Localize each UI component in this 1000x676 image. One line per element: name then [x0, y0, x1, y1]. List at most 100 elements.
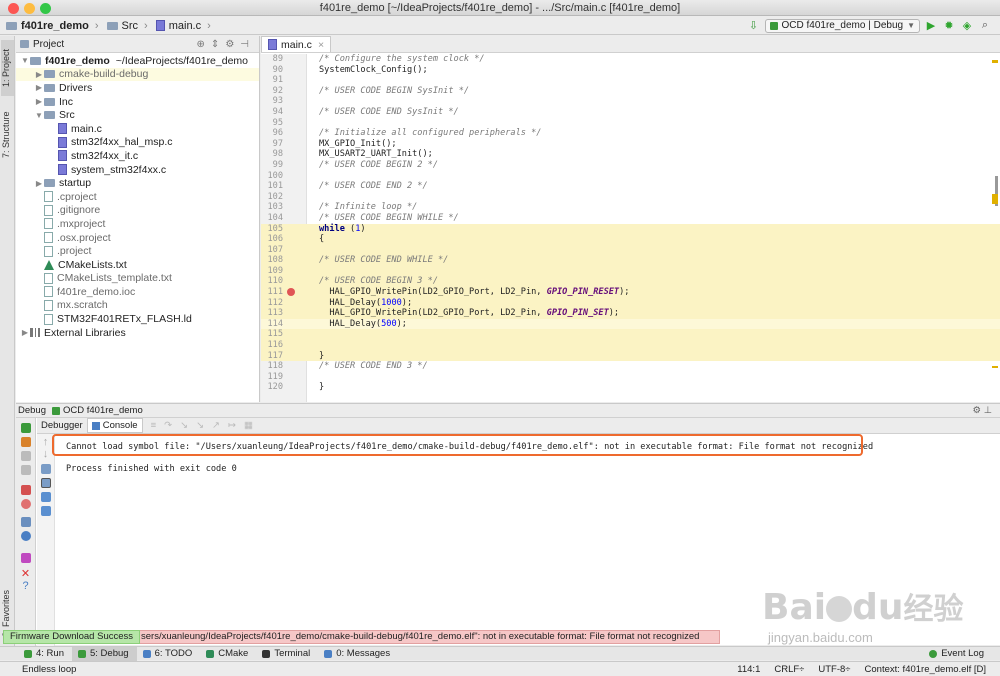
code-line[interactable]: 94 /* USER CODE END SysInit */ — [261, 107, 1000, 118]
print-icon[interactable] — [40, 492, 51, 502]
debug-icon[interactable]: ✹ — [942, 19, 956, 33]
success-balloon[interactable]: Firmware Download Success — [3, 630, 140, 644]
code-line[interactable]: 104 /* USER CODE BEGIN WHILE */ — [261, 213, 1000, 224]
code-line[interactable]: 105 while (1) — [261, 223, 1000, 235]
tree-item[interactable]: .cproject — [16, 190, 259, 204]
tree-item[interactable]: ▶ cmake-build-debug — [16, 67, 259, 82]
step-over-icon[interactable]: ↷ — [164, 420, 180, 431]
tree-item[interactable]: ▼ f401re_demo ~/IdeaProjects/f401re_demo — [16, 54, 259, 68]
collapse-all-icon[interactable]: ⇕ — [211, 39, 225, 50]
code-line[interactable]: 100 — [261, 171, 1000, 182]
chevron-down-icon[interactable]: ▼ — [34, 111, 44, 120]
tool-window-todo[interactable]: 6: TODO — [137, 647, 201, 661]
coverage-icon[interactable]: ◈ — [960, 19, 974, 33]
code-line[interactable]: 116 — [261, 340, 1000, 351]
tool-window-terminal[interactable]: Terminal — [256, 647, 318, 661]
tree-item[interactable]: ▼ Src — [16, 108, 259, 122]
evaluate-icon[interactable]: ▦ — [244, 420, 261, 431]
hide-icon[interactable]: ⊣ — [240, 39, 255, 50]
pin-icon[interactable] — [20, 553, 31, 563]
code-line[interactable]: 119 — [261, 372, 1000, 383]
tree-item[interactable]: CMakeLists.txt — [16, 258, 259, 272]
tab-main-c[interactable]: main.c × — [261, 36, 332, 52]
code-line[interactable]: 102 — [261, 192, 1000, 203]
tree-item[interactable]: stm32f4xx_it.c — [16, 149, 259, 163]
close-icon[interactable]: ✕ — [16, 567, 35, 580]
tree-item[interactable]: ▶ External Libraries — [16, 326, 259, 340]
breadcrumb-project[interactable]: f401re_demo › — [0, 20, 105, 32]
code-line[interactable]: 110 /* USER CODE BEGIN 3 */ — [261, 276, 1000, 288]
error-balloon[interactable]: sers/xuanleung/IdeaProjects/f401re_demo/… — [120, 630, 720, 644]
scroll-to-end-icon[interactable] — [40, 478, 51, 488]
tool-window-messages[interactable]: 0: Messages — [318, 647, 398, 661]
hide-icon[interactable]: ⊥ — [984, 405, 992, 416]
code-line[interactable]: 92 /* USER CODE BEGIN SysInit */ — [261, 86, 1000, 97]
run-icon[interactable]: ▶ — [924, 19, 938, 33]
step-out-icon[interactable]: ↗ — [212, 420, 228, 431]
code-line[interactable]: 93 — [261, 96, 1000, 107]
pause-icon[interactable] — [20, 451, 31, 461]
code-line[interactable]: 108 /* USER CODE END WHILE */ — [261, 255, 1000, 266]
tree-item[interactable]: .project — [16, 244, 259, 258]
code-line[interactable]: 117} — [261, 350, 1000, 362]
view-breakpoints-icon[interactable] — [20, 485, 31, 495]
code-line[interactable]: 101 /* USER CODE END 2 */ — [261, 181, 1000, 192]
tree-item[interactable]: ▶ Inc — [16, 95, 259, 109]
chevron-right-icon[interactable]: ▶ — [34, 70, 44, 79]
close-window-button[interactable] — [8, 3, 19, 14]
build-icon[interactable]: ⇩ — [747, 19, 761, 33]
breakpoint-icon[interactable] — [287, 288, 295, 297]
tree-item[interactable]: .gitignore — [16, 204, 259, 218]
code-area[interactable]: 89 /* Configure the system clock */ 90 Syst… — [261, 54, 1000, 393]
rerun-icon[interactable] — [20, 423, 31, 433]
settings-icon[interactable] — [20, 531, 31, 541]
chevron-right-icon[interactable]: ▶ — [34, 97, 44, 106]
force-step-into-icon[interactable]: ↘ — [196, 420, 212, 431]
maximize-window-button[interactable] — [40, 3, 51, 14]
code-line[interactable]: 106 { — [261, 234, 1000, 245]
code-line[interactable]: 113 HAL_GPIO_WritePin(LD2_GPIO_Port, LD2… — [261, 308, 1000, 319]
tab-project[interactable]: 1: Project — [1, 40, 14, 96]
run-configuration-select[interactable]: OCD f401re_demo | Debug ▼ — [764, 18, 920, 33]
caret-position[interactable]: 114:1 — [737, 664, 760, 675]
tool-window-run[interactable]: 4: Run — [18, 647, 72, 661]
code-line[interactable]: 120} — [261, 382, 1000, 393]
tree-item[interactable]: stm32f4xx_hal_msp.c — [16, 136, 259, 150]
tree-item[interactable]: STM32F401RETx_FLASH.ld — [16, 312, 259, 326]
chevron-right-icon[interactable]: ▶ — [20, 328, 30, 337]
help-icon[interactable]: ? — [16, 580, 35, 592]
code-line[interactable]: 111 HAL_GPIO_WritePin(LD2_GPIO_Port, LD2… — [261, 287, 1000, 298]
code-line[interactable]: 91 — [261, 75, 1000, 86]
chevron-down-icon[interactable]: ▼ — [20, 56, 30, 65]
gear-icon[interactable]: ⚙ — [225, 39, 240, 50]
code-line[interactable]: 95 — [261, 118, 1000, 129]
tree-item[interactable]: f401re_demo.ioc — [16, 285, 259, 299]
tree-item[interactable]: mx.scratch — [16, 299, 259, 313]
wrap-icon[interactable] — [40, 464, 51, 474]
code-line[interactable]: 90 SystemClock_Config(); — [261, 65, 1000, 76]
breadcrumb-src[interactable]: Src › — [105, 20, 154, 32]
code-line[interactable]: 89 /* Configure the system clock */ — [261, 54, 1000, 65]
show-execution-point-icon[interactable]: ≡ — [151, 420, 165, 431]
mute-breakpoints-icon[interactable] — [20, 499, 31, 509]
layout-icon[interactable] — [20, 517, 31, 527]
run-to-cursor-icon[interactable]: ↦ — [228, 420, 244, 431]
tree-item[interactable]: system_stm32f4xx.c — [16, 163, 259, 177]
scroll-from-source-icon[interactable]: ⊕ — [197, 39, 211, 50]
tree-item[interactable]: .mxproject — [16, 217, 259, 231]
tab-structure[interactable]: 7: Structure — [1, 102, 14, 168]
code-line[interactable]: 109 — [261, 265, 1000, 277]
tool-window-bug[interactable]: 5: Debug — [72, 646, 137, 661]
code-line[interactable]: 115 — [261, 329, 1000, 341]
stop-icon[interactable] — [20, 465, 31, 475]
chevron-right-icon[interactable]: ▶ — [34, 83, 44, 92]
code-line[interactable]: 112 HAL_Delay(1000); — [261, 297, 1000, 309]
code-line[interactable]: 99 /* USER CODE BEGIN 2 */ — [261, 160, 1000, 171]
minimize-window-button[interactable] — [24, 3, 35, 14]
gear-icon[interactable]: ⚙ — [973, 405, 982, 416]
breadcrumb-file[interactable]: main.c › — [154, 20, 217, 32]
close-icon[interactable]: × — [318, 39, 324, 51]
code-line[interactable]: 96 /* Initialize all configured periphera… — [261, 128, 1000, 139]
step-into-icon[interactable]: ↘ — [180, 420, 196, 431]
tree-item[interactable]: .osx.project — [16, 231, 259, 245]
